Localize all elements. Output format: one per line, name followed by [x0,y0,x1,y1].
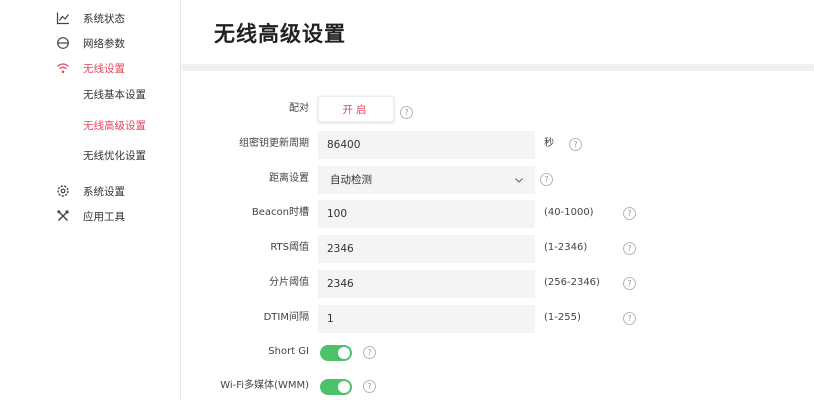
rts-label: RTS阈值 [270,242,309,253]
tools-icon [57,210,69,222]
dtim-range: (1-255) [544,312,581,323]
distance-label: 距离设置 [269,173,309,184]
sidebar-subitem-wireless-basic[interactable]: 无线基本设置 [83,87,146,103]
frag-range: (256-2346) [544,277,600,288]
sidebar-subitem-wireless-optimize[interactable]: 无线优化设置 [83,148,146,164]
toggle-knob [338,381,350,393]
wifi-icon [57,63,69,74]
rts-input[interactable]: 2346 [318,235,535,263]
toggle-knob [338,347,350,359]
gtk-period-unit: 秒 [544,138,554,149]
globe-icon [57,37,69,49]
main-content: 无线高级设置 配对 开启 ? 组密钥更新周期 86400 秒 ? 距离设置 自动… [182,0,814,400]
app-window: 系统状态 网络参数 无线设置 无线基本设置 无线高级设置 无线优化设置 系统设置… [0,0,814,400]
sidebar-item-label: 系统状态 [83,12,125,25]
sidebar-item-label: 无线设置 [83,62,125,75]
line-chart-icon [56,12,69,25]
wmm-toggle[interactable] [320,379,352,395]
help-icon[interactable]: ? [569,138,582,151]
pair-enable-button[interactable]: 开启 [318,96,394,122]
sidebar-item-label: 网络参数 [83,37,125,50]
sidebar-item-label: 应用工具 [83,210,125,223]
pair-label: 配对 [289,103,309,114]
gear-icon [57,185,69,197]
dtim-input[interactable]: 1 [318,305,535,333]
gtk-period-input[interactable]: 86400 [318,131,535,159]
help-icon[interactable]: ? [623,277,636,290]
help-icon[interactable]: ? [363,380,376,393]
distance-select-value: 自动检测 [330,174,372,186]
frag-input[interactable]: 2346 [318,270,535,298]
distance-select[interactable]: 自动检测 [318,166,535,194]
chevron-down-icon [515,178,523,183]
beacon-range: (40-1000) [544,207,594,218]
help-icon[interactable]: ? [540,173,553,186]
sidebar-item-label: 系统设置 [83,185,125,198]
beacon-label: Beacon时槽 [251,207,309,218]
help-icon[interactable]: ? [623,207,636,220]
sidebar: 系统状态 网络参数 无线设置 无线基本设置 无线高级设置 无线优化设置 系统设置… [0,0,181,400]
header-divider [182,64,814,71]
sidebar-subitem-wireless-advanced[interactable]: 无线高级设置 [83,118,146,134]
frag-label: 分片阈值 [269,277,309,288]
gtk-period-label: 组密钥更新周期 [239,138,309,149]
short-gi-toggle[interactable] [320,345,352,361]
help-icon[interactable]: ? [623,242,636,255]
help-icon[interactable]: ? [363,346,376,359]
rts-range: (1-2346) [544,242,588,253]
dtim-label: DTIM间隔 [263,312,309,323]
help-icon[interactable]: ? [400,106,413,119]
wmm-label: Wi-Fi多媒体(WMM) [220,380,309,391]
page-title: 无线高级设置 [214,22,346,46]
beacon-input[interactable]: 100 [318,200,535,228]
short-gi-label: Short GI [268,346,309,357]
help-icon[interactable]: ? [623,312,636,325]
